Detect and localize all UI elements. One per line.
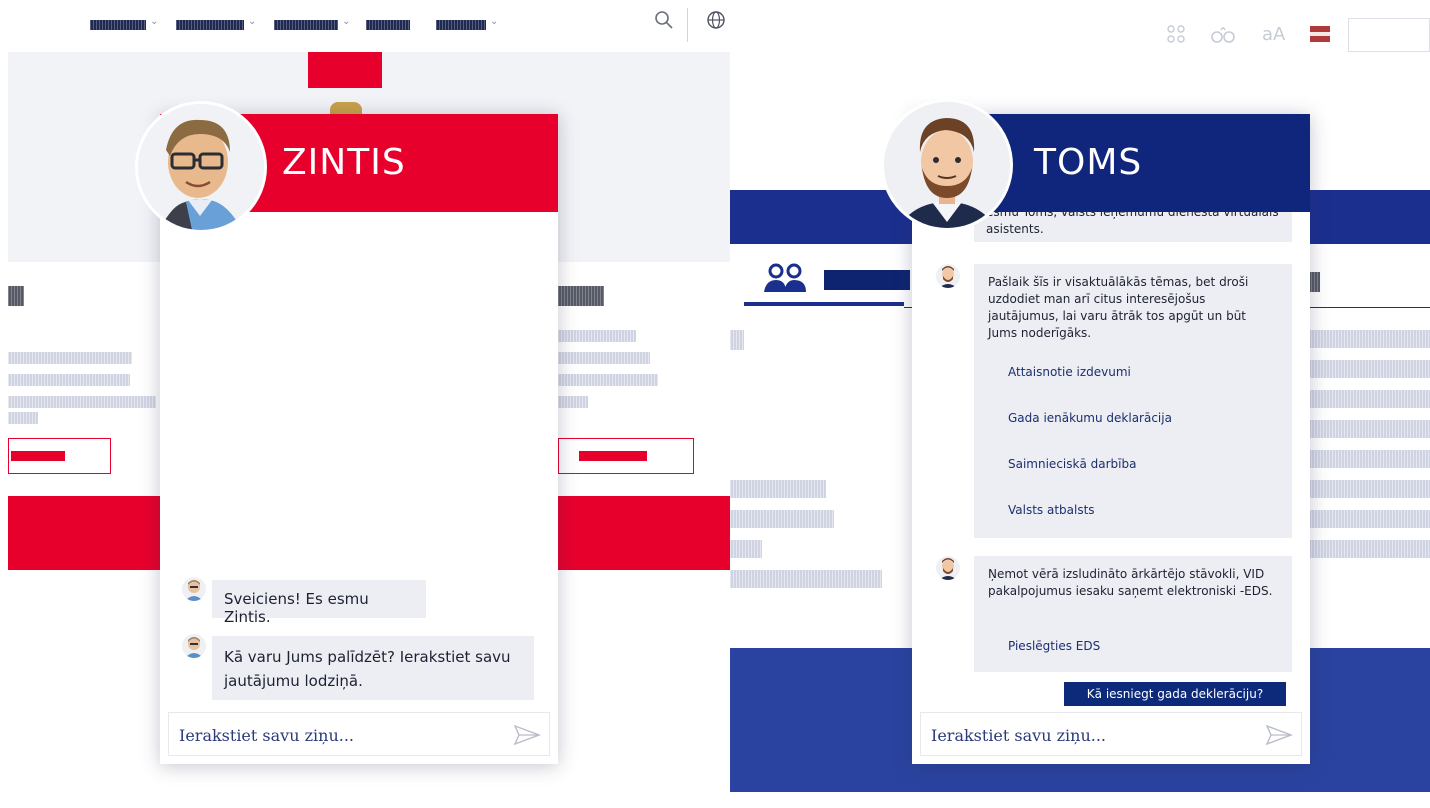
- chat-message-text: esmu Toms, valsts ieņēmumu dienesta virt…: [986, 212, 1279, 236]
- active-tab-underline: [744, 302, 904, 306]
- quick-reply-button[interactable]: Kā iesniegt gada deklerāciju?: [1064, 682, 1286, 706]
- topic-link-valsts-atbalsts[interactable]: Valsts atbalsts: [1008, 502, 1095, 519]
- nav-item-4[interactable]: [366, 20, 410, 30]
- topic-link-gada-ienakumu-deklaracija[interactable]: Gada ienākumu deklarācija: [1008, 410, 1172, 427]
- chat-message-bubble: Kā varu Jums palīdzēt? Ierakstiet savu j…: [212, 636, 534, 700]
- tab-label-block[interactable]: [824, 270, 910, 290]
- text-line: [558, 396, 588, 408]
- send-icon[interactable]: [1265, 723, 1293, 747]
- chevron-down-icon: ⌄: [248, 16, 257, 27]
- text-line: [558, 374, 658, 386]
- text-line: [8, 412, 38, 424]
- text-line: [558, 330, 636, 342]
- assistant-name: TOMS: [1034, 142, 1143, 183]
- text-line: [730, 540, 762, 558]
- text-line: [8, 352, 132, 364]
- text-line: [1308, 420, 1430, 438]
- nav-item-2[interactable]: [176, 20, 244, 30]
- assistant-name: ZINTIS: [282, 142, 406, 183]
- chat-message-text: Kā varu Jums palīdzēt? Ierakstiet savu j…: [224, 648, 511, 690]
- font-size-icon[interactable]: aA: [1262, 24, 1285, 45]
- chat-message-bubble: Pašlaik šīs ir visaktuālākās tēmas, bet …: [974, 264, 1292, 538]
- text-line: [1308, 360, 1430, 378]
- send-icon[interactable]: [513, 723, 541, 747]
- chevron-down-icon: ⌄: [150, 16, 159, 27]
- chat-message-bubble: Sveiciens! Es esmu Zintis.: [212, 580, 426, 626]
- assistant-mini-avatar: [936, 556, 960, 580]
- flag-icon[interactable]: [1310, 26, 1330, 42]
- text-line: [730, 570, 882, 588]
- search-icon[interactable]: [654, 10, 674, 30]
- text-line: [1308, 330, 1430, 348]
- nav-item-3[interactable]: [274, 20, 338, 30]
- chat-input-row: [168, 712, 550, 756]
- text-line: [1308, 450, 1430, 468]
- chat-input-row: [920, 712, 1302, 756]
- text-line: [1308, 540, 1430, 558]
- chevron-down-icon: ⌄: [342, 16, 351, 27]
- chat-message-text: Sveiciens! Es esmu Zintis.: [224, 590, 369, 626]
- chat-message-text: Pašlaik šīs ir visaktuālākās tēmas, bet …: [988, 275, 1249, 340]
- chat-message-bubble: esmu Toms, valsts ieņēmumu dienesta virt…: [974, 212, 1292, 242]
- text-line: [8, 396, 156, 408]
- link-icon[interactable]: [1166, 24, 1186, 44]
- chevron-down-icon: ⌄: [490, 16, 499, 27]
- card-button-left[interactable]: [8, 438, 111, 474]
- text-line: [730, 480, 826, 498]
- right-screenshot-panel: aA TOMS esmu Toms, valsts ieņēmumu diene…: [730, 0, 1430, 808]
- text-line: [8, 374, 130, 386]
- glasses-icon[interactable]: [1210, 24, 1236, 44]
- text-line: [1308, 510, 1430, 528]
- text-line: [730, 330, 744, 350]
- assistant-mini-avatar: [182, 577, 206, 601]
- text-line: [730, 510, 834, 528]
- logo-block: [308, 52, 382, 88]
- left-screenshot-panel: ⌄ ⌄ ⌄ ⌄ ZINTIS Sveiciens! Es esmu Zintis…: [0, 0, 730, 808]
- card-button-right[interactable]: [558, 438, 694, 474]
- assistant-avatar-zintis: [138, 104, 264, 230]
- nav-divider: [687, 8, 688, 42]
- globe-icon[interactable]: [706, 10, 726, 30]
- assistant-mini-avatar: [182, 634, 206, 658]
- eds-login-link[interactable]: Pieslēgties EDS: [1008, 638, 1100, 655]
- text-line: [1308, 480, 1430, 498]
- section-heading-left: [8, 286, 24, 306]
- chat-message-input[interactable]: [931, 723, 1231, 747]
- text-line: [1308, 390, 1430, 408]
- section-heading-right: [558, 286, 604, 306]
- assistant-mini-avatar: [936, 264, 960, 288]
- chat-message-input[interactable]: [179, 723, 479, 747]
- text-line: [558, 352, 650, 364]
- nav-item-1[interactable]: [90, 20, 146, 30]
- chat-message-text: Ņemot vērā izsludināto ārkārtējo stāvokl…: [988, 567, 1273, 598]
- users-icon: [764, 263, 806, 292]
- topic-link-attaisnotie-izdevumi[interactable]: Attaisnotie izdevumi: [1008, 364, 1131, 381]
- assistant-avatar-toms: [884, 102, 1010, 228]
- chat-message-bubble: Ņemot vērā izsludināto ārkārtējo stāvokl…: [974, 556, 1292, 672]
- toolbar-search-box[interactable]: [1348, 18, 1430, 52]
- nav-item-5[interactable]: [436, 20, 486, 30]
- topic-link-saimnieciska-darbiba[interactable]: Saimnieciskā darbība: [1008, 456, 1136, 473]
